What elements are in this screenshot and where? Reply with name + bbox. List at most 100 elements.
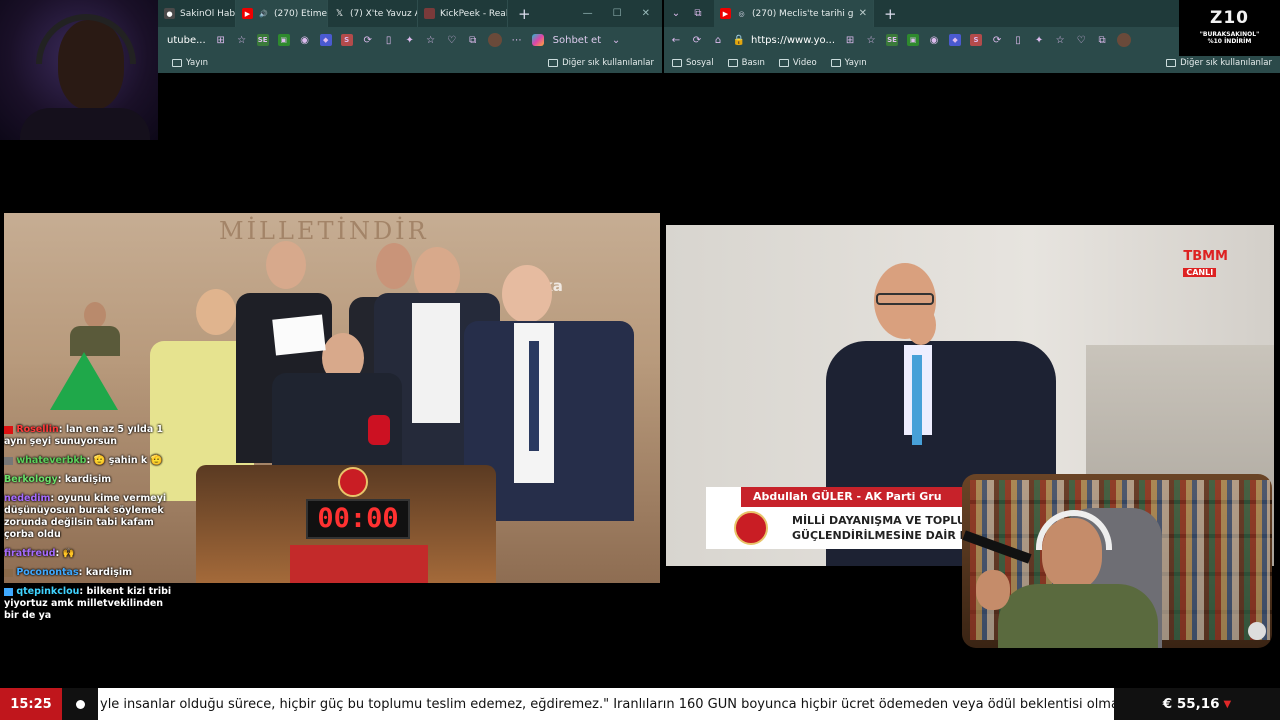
tab-list-icon[interactable]: ⌄ — [670, 8, 682, 20]
profile-avatar[interactable] — [1117, 33, 1132, 47]
folder-icon — [548, 59, 559, 67]
badge-icon — [4, 456, 13, 465]
favorites-icon[interactable]: ☆ — [1054, 34, 1066, 46]
copilot-icon[interactable] — [531, 34, 544, 46]
tab-title: (7) X'te Yavuz A — [350, 8, 418, 19]
tab-x[interactable]: 𝕏 (7) X'te Yavuz A ✕ — [328, 0, 418, 27]
favorites-icon[interactable]: ☆ — [425, 34, 437, 46]
chat-text: kardişim — [85, 567, 133, 578]
extension-icon[interactable]: ◉ — [299, 34, 311, 46]
tab-title: (270) Etime — [274, 8, 328, 19]
refresh-extension-icon[interactable]: ⟳ — [362, 34, 374, 46]
new-tab-icon[interactable]: + — [874, 5, 907, 23]
chat-message: firatfreud: 🙌 — [4, 548, 75, 559]
bookmark-video[interactable]: Video — [778, 58, 817, 68]
badge-icon — [4, 425, 13, 434]
apps-icon[interactable]: ⊞ — [844, 34, 856, 46]
kickpeek-favicon — [424, 8, 435, 19]
bookmark-basin[interactable]: Basın — [727, 58, 765, 68]
folder-icon — [727, 59, 738, 67]
maximize-icon[interactable]: ☐ — [613, 8, 622, 19]
chat-message: Rosellin: lan en az 5 yılda 1 aynı şeyi … — [4, 424, 164, 447]
extension-icon[interactable]: ◆ — [319, 34, 332, 46]
reload-icon[interactable]: ⟳ — [691, 34, 703, 46]
new-tab-icon[interactable]: + — [508, 5, 541, 23]
youtube-icon: ▶ — [242, 8, 253, 19]
chat-username: nededim — [4, 493, 51, 504]
x-logo-icon: 𝕏 — [335, 8, 344, 19]
screenshot-icon[interactable]: ⧉ — [1096, 34, 1108, 46]
close-icon[interactable]: ✕ — [859, 8, 867, 19]
lower-third-title: MİLLİ DAYANIŞMA VE TOPLUM GÜÇLENDİRİLMES… — [792, 513, 977, 543]
extensions-puzzle-icon[interactable]: ✦ — [1033, 34, 1045, 46]
bookmark-yayin[interactable]: Yayın — [172, 58, 208, 68]
extension-icon[interactable]: S — [970, 34, 983, 46]
chat-username: Berkology — [4, 474, 58, 485]
extensions-puzzle-icon[interactable]: ✦ — [404, 34, 416, 46]
z10-logo: Z10 — [1210, 8, 1249, 28]
promo-discount: %10 İNDİRİM — [1207, 38, 1252, 45]
favorite-star-icon[interactable]: ☆ — [236, 34, 248, 46]
tbmm-emblem — [338, 467, 368, 497]
streamer-shirt — [998, 584, 1158, 648]
more-icon[interactable]: ⋯ — [511, 34, 523, 46]
chat-text: kardişim — [64, 474, 112, 485]
streamer-webcam-right — [962, 474, 1272, 648]
tab-kickpeek[interactable]: KickPeek - Real ✕ — [418, 0, 508, 27]
extension-icon[interactable]: SE — [886, 34, 899, 46]
address-bar[interactable]: 🔒 https://www.yo... — [733, 34, 835, 46]
bookmark-yayin[interactable]: Yayın — [830, 58, 867, 68]
other-bookmarks-label: Diğer sık kullanılanlar — [562, 58, 654, 68]
other-bookmarks[interactable]: Diğer sık kullanılanlar — [548, 58, 654, 68]
apps-icon[interactable]: ⊞ — [215, 34, 227, 46]
extension-icon[interactable]: ◉ — [928, 34, 940, 46]
heart-icon[interactable]: ♡ — [1075, 34, 1087, 46]
other-bookmarks[interactable]: Diğer sık kullanılanlar — [1166, 58, 1272, 68]
chat-button[interactable]: Sohbet et — [553, 35, 601, 46]
chat-text: 🙌 — [62, 548, 75, 559]
folder-icon — [172, 59, 182, 67]
corner-logo-icon — [1248, 622, 1266, 640]
bookmark-label: Yayın — [186, 58, 209, 68]
speech-timer: 00:00 — [306, 499, 410, 539]
folder-icon — [830, 59, 841, 67]
speaker-icon[interactable]: 🔊 — [258, 8, 269, 19]
close-window-icon[interactable]: ✕ — [642, 8, 650, 19]
youtube-icon: ▶ — [720, 8, 731, 19]
headphones-icon — [36, 14, 136, 64]
bookmark-label: Sosyal — [686, 58, 714, 68]
promo-code: "BURAKSAKINOL" — [1199, 31, 1260, 38]
minimize-icon[interactable]: — — [583, 8, 593, 19]
bookmark-sosyal[interactable]: Sosyal — [672, 58, 714, 68]
heart-icon[interactable]: ♡ — [446, 34, 458, 46]
extension-icon[interactable]: ◆ — [949, 34, 962, 46]
chat-username: whateverbkb — [16, 455, 87, 466]
extension-icon[interactable]: ▣ — [277, 34, 290, 46]
home-icon[interactable]: ⌂ — [712, 34, 724, 46]
speaker-icon[interactable]: ◎ — [736, 8, 747, 19]
euro-price: € 55,16 ▼ — [1114, 688, 1280, 720]
url-text: utube... — [167, 34, 206, 46]
price-value: € 55,16 — [1162, 696, 1220, 712]
tab-youtube-meclis[interactable]: ▶ ◎ (270) Meclis'te tarihi gürz: Çer ✕ — [714, 0, 874, 27]
chevron-down-icon[interactable]: ⌄ — [610, 34, 622, 46]
trend-down-icon: ▼ — [1223, 698, 1232, 710]
split-screen-icon[interactable]: ▯ — [383, 34, 395, 46]
tab-youtube-etime[interactable]: ▶ 🔊 (270) Etime ✕ — [236, 0, 328, 27]
profile-avatar[interactable] — [487, 33, 502, 47]
bookmark-label: Basın — [741, 58, 765, 68]
address-bar[interactable]: utube... — [167, 35, 206, 46]
extension-icon[interactable]: ▣ — [907, 34, 920, 46]
screenshot-icon[interactable]: ⧉ — [467, 34, 479, 46]
extension-icon[interactable]: S — [340, 34, 353, 46]
extension-icon[interactable]: SE — [256, 34, 269, 46]
lectern-panel — [290, 545, 428, 583]
back-arrow-icon[interactable]: ← — [670, 34, 682, 46]
favorite-star-icon[interactable]: ☆ — [865, 34, 877, 46]
workspaces-icon[interactable]: ⧉ — [692, 8, 704, 20]
chat-message: Berkology: kardişim — [4, 474, 112, 485]
tab-sakinol[interactable]: ● SakinOl Haber ✕ — [158, 0, 236, 27]
refresh-extension-icon[interactable]: ⟳ — [991, 34, 1003, 46]
badge-icon — [4, 568, 13, 577]
split-screen-icon[interactable]: ▯ — [1012, 34, 1024, 46]
